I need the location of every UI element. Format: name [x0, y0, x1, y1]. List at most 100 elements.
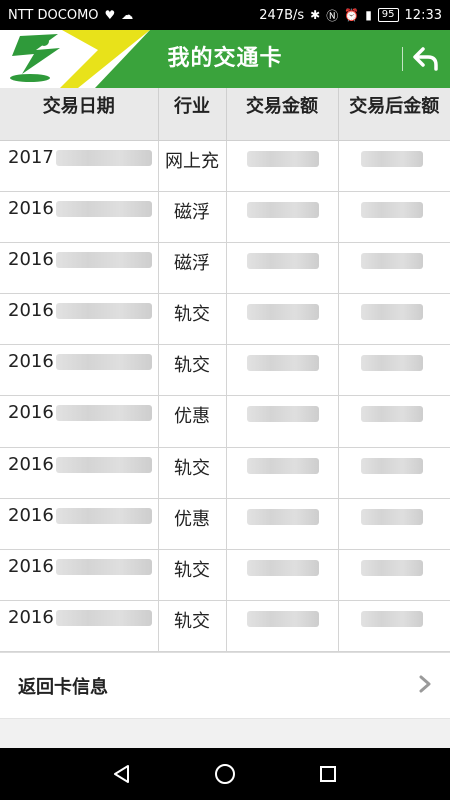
redacted-date: [55, 303, 152, 320]
table-row: 2016 优惠: [0, 395, 450, 448]
table-row: 2016 轨交: [0, 549, 450, 602]
nav-home-button[interactable]: [205, 754, 245, 794]
cell-industry: 轨交: [158, 293, 227, 346]
cell-balance: [338, 344, 450, 397]
nfc-icon: Ⓝ: [326, 8, 339, 23]
redacted-amount: [246, 304, 319, 321]
cell-industry: 轨交: [158, 447, 227, 499]
cell-balance: [338, 600, 450, 653]
bottom-spacer: [0, 718, 450, 748]
cell-amount: [226, 344, 339, 397]
cell-industry: 轨交: [158, 344, 227, 397]
cell-date-year: 2016: [8, 300, 54, 322]
nav-back-button[interactable]: [102, 754, 142, 794]
header-divider: [402, 47, 403, 71]
cell-balance: [338, 293, 450, 346]
table-row: 2016 轨交: [0, 447, 450, 499]
cell-date-year: 2017: [8, 146, 54, 168]
card-info-label: 返回卡信息: [18, 676, 108, 698]
cell-amount: [226, 447, 339, 499]
clock-time: 12:33: [404, 7, 442, 23]
redacted-date: [55, 559, 152, 575]
redacted-balance: [360, 611, 423, 628]
cell-date-year: 2016: [8, 607, 54, 629]
cell-industry: 轨交: [158, 600, 227, 653]
redacted-balance: [360, 560, 423, 576]
cell-amount: [226, 549, 339, 602]
cell-amount: [226, 191, 339, 243]
cloud-icon: ☁: [121, 8, 134, 22]
redacted-amount: [246, 150, 319, 167]
cell-date: 2016: [0, 447, 159, 499]
cell-balance: [338, 242, 450, 295]
redacted-balance: [360, 252, 423, 269]
app-header: 我的交通卡: [0, 30, 450, 88]
redacted-amount: [246, 355, 319, 372]
system-nav-bar: [0, 748, 450, 800]
battery-level: 95: [377, 8, 399, 22]
cell-date-year: 2016: [8, 248, 54, 270]
redacted-balance: [360, 150, 423, 167]
cell-industry: 优惠: [158, 395, 227, 448]
redacted-date: [55, 456, 152, 473]
heart-icon: ♥: [104, 8, 116, 22]
cell-date: 2016: [0, 395, 159, 448]
cell-industry: 磁浮: [158, 191, 227, 243]
cell-balance: [338, 549, 450, 602]
cell-date: 2016: [0, 191, 159, 243]
redacted-amount: [246, 611, 319, 628]
cell-balance: [338, 498, 450, 551]
table-row: 2016 磁浮: [0, 191, 450, 243]
cell-industry: 轨交: [158, 549, 227, 602]
redacted-date: [55, 251, 152, 268]
status-bar: NTT DOCOMO ♥ ☁ 247B/s ✱ Ⓝ ⏰ ▮ 95 12:33: [0, 0, 450, 30]
redacted-date: [55, 507, 152, 524]
table-row: 2016 优惠: [0, 498, 450, 551]
cell-balance: [338, 191, 450, 243]
carrier-name: NTT DOCOMO: [8, 7, 99, 23]
redacted-balance: [360, 406, 423, 423]
table-row: 2016 轨交: [0, 293, 450, 346]
signal-icon: ▮: [365, 8, 372, 22]
cell-date-year: 2016: [8, 197, 54, 219]
column-header-date: 交易日期: [0, 88, 159, 141]
card-info-link[interactable]: 返回卡信息: [0, 652, 450, 718]
triangle-back-icon: [113, 765, 129, 783]
cell-date: 2016: [0, 242, 159, 295]
page-title: 我的交通卡: [167, 46, 283, 71]
redacted-amount: [246, 252, 319, 269]
cell-date: 2016: [0, 549, 159, 602]
nav-recents-button[interactable]: [308, 754, 348, 794]
redacted-date: [55, 149, 152, 166]
column-header-industry: 行业: [158, 88, 227, 141]
redacted-date: [55, 200, 152, 217]
cell-date: 2016: [0, 293, 159, 346]
square-recents-icon: [320, 766, 337, 782]
cell-amount: [226, 293, 339, 346]
cell-date-year: 2016: [8, 556, 54, 577]
transaction-table: 交易日期 行业 交易金额 交易后金额 2017 网上充 2016 磁浮 2016 磁浮 20…: [0, 88, 450, 653]
circle-home-icon: [214, 764, 235, 784]
table-row: 2017 网上充: [0, 140, 450, 192]
redacted-balance: [360, 508, 423, 525]
network-speed: 247B/s: [259, 7, 305, 23]
alarm-icon: ⏰: [344, 8, 360, 22]
table-header-row: 交易日期 行业 交易金额 交易后金额: [0, 88, 450, 141]
table-row: 2016 轨交: [0, 344, 450, 397]
redacted-date: [55, 405, 152, 422]
redacted-amount: [246, 201, 319, 218]
cell-industry: 优惠: [158, 498, 227, 551]
transaction-table-area: 交易日期 行业 交易金额 交易后金额 2017 网上充 2016 磁浮 2016 磁浮 20…: [0, 88, 450, 653]
cell-industry: 网上充: [158, 140, 227, 192]
column-header-balance: 交易后金额: [338, 88, 450, 141]
back-button[interactable]: [408, 42, 444, 76]
column-header-amount: 交易金额: [226, 88, 339, 141]
redacted-amount: [246, 406, 319, 423]
cell-amount: [226, 140, 339, 192]
cell-date-year: 2016: [8, 351, 54, 373]
cell-date: 2017: [0, 140, 159, 192]
cell-industry: 磁浮: [158, 242, 227, 295]
redacted-balance: [360, 304, 423, 321]
cell-date-year: 2016: [8, 402, 54, 424]
redacted-balance: [360, 457, 423, 474]
